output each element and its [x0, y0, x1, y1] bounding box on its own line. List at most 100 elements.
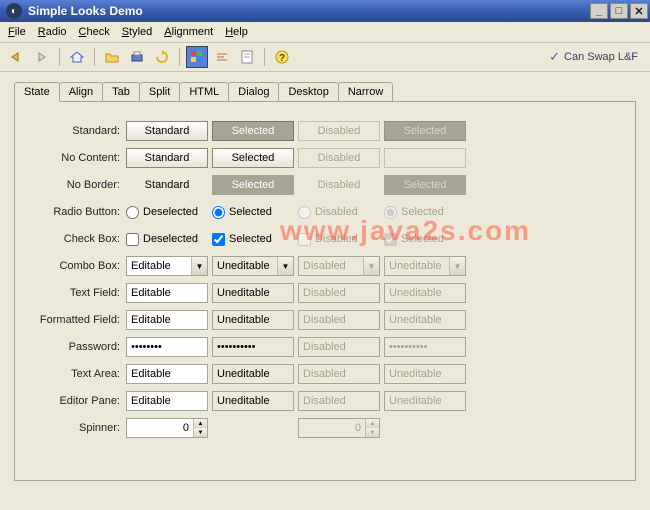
print-button[interactable]: [126, 46, 148, 68]
formatted-editable[interactable]: Editable: [126, 310, 208, 330]
textfield-uneditable-disabled: Uneditable: [384, 283, 466, 303]
menu-help[interactable]: Help: [225, 26, 248, 38]
label-nocontent: No Content:: [31, 152, 126, 164]
noborder-disabled: Disabled: [298, 175, 380, 195]
label-formatted: Formatted Field:: [31, 314, 126, 326]
editorpane-editable[interactable]: Editable: [126, 391, 208, 411]
radio-selected[interactable]: Selected: [212, 206, 294, 219]
tab-desktop[interactable]: Desktop: [278, 82, 338, 101]
spinner-down-icon[interactable]: ▼: [193, 428, 207, 437]
separator: [264, 48, 265, 66]
formatted-uneditable-disabled: Uneditable: [384, 310, 466, 330]
label-noborder: No Border:: [31, 179, 126, 191]
nocontent-disabled: Disabled: [298, 148, 380, 168]
editorpane-uneditable-disabled: Uneditable: [384, 391, 466, 411]
home-button[interactable]: [66, 46, 88, 68]
formatted-uneditable: Uneditable: [212, 310, 294, 330]
open-button[interactable]: [101, 46, 123, 68]
label-combo: Combo Box:: [31, 260, 126, 272]
password-uneditable: ••••••••••: [212, 337, 294, 357]
radio-deselected[interactable]: Deselected: [126, 206, 208, 219]
check-disabled: Disabled: [298, 233, 380, 246]
toolbar: ? ✓ Can Swap L&F: [0, 43, 650, 72]
spinner-up-icon: ▲: [365, 419, 379, 428]
radio-selected-disabled: Selected: [384, 206, 466, 219]
tab-narrow[interactable]: Narrow: [338, 82, 393, 101]
back-button[interactable]: [6, 46, 28, 68]
separator: [59, 48, 60, 66]
separator: [179, 48, 180, 66]
nocontent-standard[interactable]: Standard: [126, 148, 208, 168]
label-standard: Standard:: [31, 125, 126, 137]
close-button[interactable]: ✕: [630, 3, 648, 19]
tab-html[interactable]: HTML: [179, 82, 229, 101]
check-icon: ✓: [549, 49, 560, 65]
maximize-button[interactable]: □: [610, 3, 628, 19]
radio-disabled: Disabled: [298, 206, 380, 219]
formatted-disabled: Disabled: [298, 310, 380, 330]
swap-laf[interactable]: ✓ Can Swap L&F: [549, 49, 644, 65]
nocontent-selected-disabled: [384, 148, 466, 168]
forward-button[interactable]: [31, 46, 53, 68]
combo-uneditable[interactable]: Uneditable▼: [212, 256, 294, 276]
tab-split[interactable]: Split: [139, 82, 180, 101]
textarea-disabled: Disabled: [298, 364, 380, 384]
chevron-down-icon: ▼: [449, 257, 465, 275]
menu-styled[interactable]: Styled: [122, 26, 153, 38]
spinner-editable[interactable]: 0▲▼: [126, 418, 208, 438]
menu-check[interactable]: Check: [79, 26, 110, 38]
label-textfield: Text Field:: [31, 287, 126, 299]
tab-align[interactable]: Align: [59, 82, 103, 101]
titlebar: ◐ Simple Looks Demo _ □ ✕: [0, 0, 650, 22]
editorpane-disabled: Disabled: [298, 391, 380, 411]
align-button[interactable]: [211, 46, 233, 68]
selected-disabled-button: Selected: [384, 121, 466, 141]
password-uneditable-disabled: ••••••••••: [384, 337, 466, 357]
spinner-disabled: 0▲▼: [298, 418, 380, 438]
menubar: File Radio Check Styled Alignment Help: [0, 22, 650, 43]
separator: [94, 48, 95, 66]
spinner-down-icon: ▼: [365, 428, 379, 437]
textarea-uneditable-disabled: Uneditable: [384, 364, 466, 384]
tab-state[interactable]: State: [14, 82, 60, 102]
textfield-editable[interactable]: Editable: [126, 283, 208, 303]
editorpane-uneditable: Uneditable: [212, 391, 294, 411]
label-radio: Radio Button:: [31, 206, 126, 218]
spinner-up-icon[interactable]: ▲: [193, 419, 207, 428]
palette-button[interactable]: [186, 46, 208, 68]
minimize-button[interactable]: _: [590, 3, 608, 19]
document-button[interactable]: [236, 46, 258, 68]
refresh-button[interactable]: [151, 46, 173, 68]
selected-button[interactable]: Selected: [212, 121, 294, 141]
menu-file[interactable]: File: [8, 26, 26, 38]
window-title: Simple Looks Demo: [26, 4, 588, 18]
textfield-disabled: Disabled: [298, 283, 380, 303]
check-selected[interactable]: Selected: [212, 233, 294, 246]
menu-radio[interactable]: Radio: [38, 26, 67, 38]
check-deselected[interactable]: Deselected: [126, 233, 208, 246]
nocontent-selected[interactable]: Selected: [212, 148, 294, 168]
tab-tab[interactable]: Tab: [102, 82, 140, 101]
tab-dialog[interactable]: Dialog: [228, 82, 279, 101]
svg-text:?: ?: [279, 53, 285, 64]
chevron-down-icon[interactable]: ▼: [191, 257, 207, 275]
tabs: State Align Tab Split HTML Dialog Deskto…: [14, 82, 636, 101]
label-password: Password:: [31, 341, 126, 353]
help-button[interactable]: ?: [271, 46, 293, 68]
textfield-uneditable: Uneditable: [212, 283, 294, 303]
combo-editable[interactable]: Editable▼: [126, 256, 208, 276]
swap-label: Can Swap L&F: [564, 51, 638, 63]
chevron-down-icon: ▼: [363, 257, 379, 275]
textarea-uneditable: Uneditable: [212, 364, 294, 384]
password-editable[interactable]: ••••••••: [126, 337, 208, 357]
noborder-standard[interactable]: Standard: [126, 175, 208, 195]
label-spinner: Spinner:: [31, 422, 126, 434]
menu-alignment[interactable]: Alignment: [164, 26, 213, 38]
tab-panel: Standard: Standard Selected Disabled Sel…: [14, 101, 636, 481]
check-selected-disabled: Selected: [384, 233, 466, 246]
chevron-down-icon[interactable]: ▼: [277, 257, 293, 275]
noborder-selected[interactable]: Selected: [212, 175, 294, 195]
password-disabled: Disabled: [298, 337, 380, 357]
textarea-editable[interactable]: Editable: [126, 364, 208, 384]
standard-button[interactable]: Standard: [126, 121, 208, 141]
